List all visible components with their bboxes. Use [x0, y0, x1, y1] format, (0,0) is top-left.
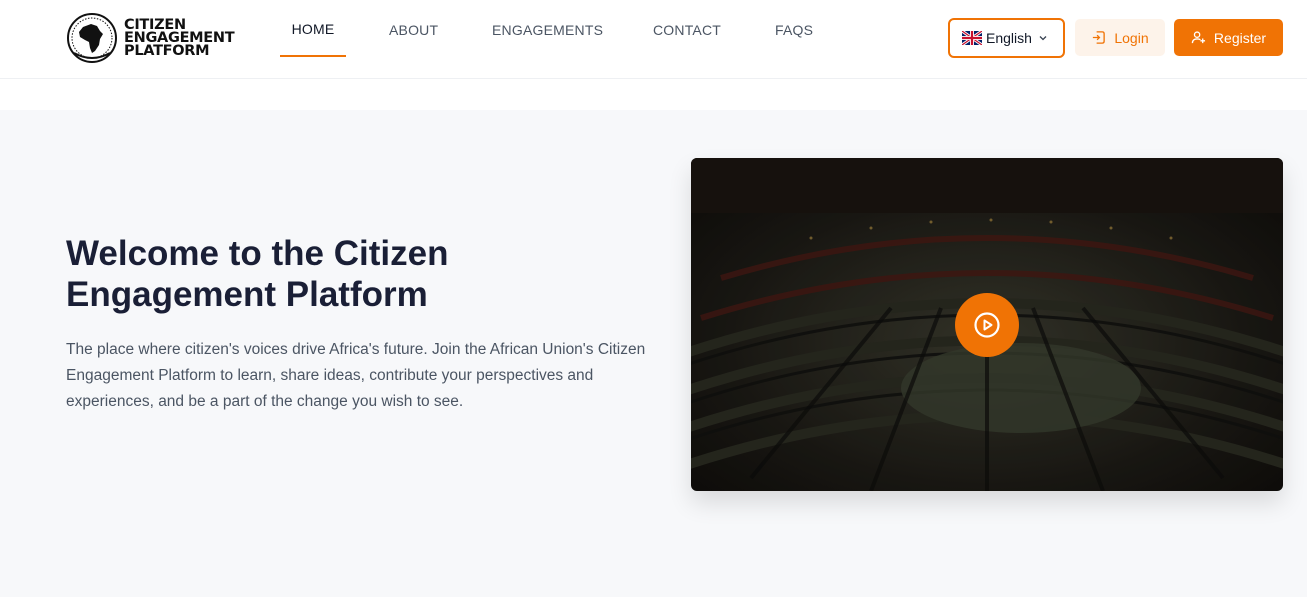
login-button[interactable]: Login: [1075, 19, 1165, 56]
login-icon: [1093, 31, 1106, 44]
hero-title: Welcome to the Citizen Engagement Platfo…: [66, 234, 449, 314]
language-label: English: [986, 30, 1032, 46]
language-select[interactable]: English: [948, 18, 1065, 58]
logo-line-3: PLATFORM: [124, 42, 210, 59]
nav-faqs[interactable]: FAQS: [775, 8, 813, 65]
play-button[interactable]: [955, 293, 1019, 357]
register-button[interactable]: Register: [1174, 19, 1283, 56]
nav-about[interactable]: ABOUT: [389, 8, 438, 65]
nav-home[interactable]: HOME: [280, 0, 346, 57]
play-icon: [974, 312, 1000, 338]
hero-section: Welcome to the Citizen Engagement Platfo…: [0, 110, 1307, 597]
hero-video[interactable]: [691, 158, 1283, 491]
hero-description: The place where citizen's voices drive A…: [66, 341, 646, 410]
register-label: Register: [1213, 29, 1267, 46]
site-header: CITIZEN ENGAGEMENT PLATFORM HOME ABOUT E…: [0, 0, 1307, 79]
login-label: Login: [1114, 29, 1149, 46]
site-logo[interactable]: CITIZEN ENGAGEMENT PLATFORM: [66, 13, 235, 63]
chevron-down-icon: [1039, 36, 1047, 41]
add-user-icon: [1191, 31, 1205, 44]
nav-engagements[interactable]: ENGAGEMENTS: [492, 8, 603, 65]
nav-contact[interactable]: CONTACT: [653, 8, 721, 65]
african-union-emblem-icon: [67, 13, 117, 63]
logo-wordmark: CITIZEN ENGAGEMENT PLATFORM: [124, 17, 235, 59]
uk-flag-icon: [962, 31, 982, 45]
